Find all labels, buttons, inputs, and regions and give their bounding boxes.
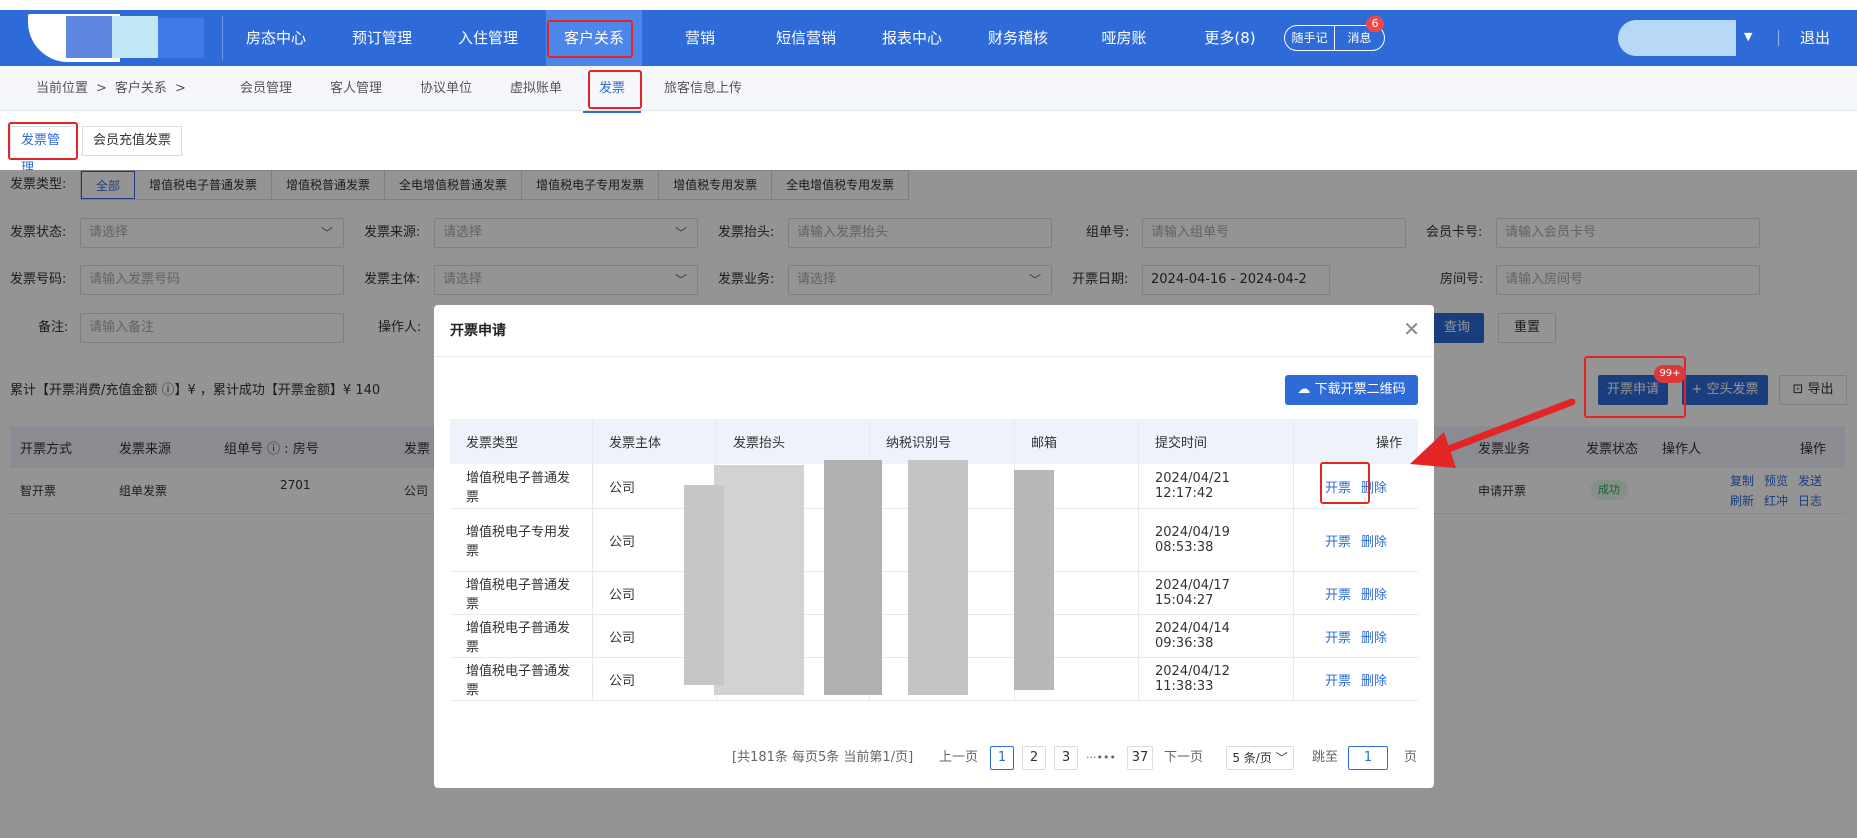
page-3[interactable]: 3 (1054, 746, 1078, 770)
nav-more[interactable]: 更多(8) (1182, 10, 1278, 66)
apply-count-badge: 99+ (1654, 365, 1686, 383)
delete-link[interactable]: 删除 (1361, 670, 1387, 689)
arrow-icon (1410, 398, 1576, 468)
subtab-members[interactable]: 会员管理 (240, 66, 292, 111)
nav-reservations[interactable]: 预订管理 (334, 10, 430, 66)
redacted-title (684, 485, 724, 685)
nav-marketing[interactable]: 营销 (652, 10, 748, 66)
tab-invoice-management[interactable]: 发票管理 (10, 126, 78, 176)
page-info: [共181条 每页5条 当前第1/页] (732, 750, 914, 765)
page-size-select[interactable]: 5 条/页 ﹀ (1226, 746, 1294, 770)
brand-logo[interactable] (28, 10, 204, 66)
jump-input[interactable]: 1 (1348, 746, 1388, 770)
breadcrumb: 当前位置 > 客户关系 > (36, 81, 186, 96)
delete-link[interactable]: 删除 (1361, 531, 1387, 550)
subtab-agreement-units[interactable]: 协议单位 (420, 66, 472, 111)
issue-link[interactable]: 开票 (1325, 584, 1351, 603)
tab-recharge-invoice[interactable]: 会员充值发票 (82, 126, 183, 156)
prev-page-button[interactable]: 上一页 (939, 746, 978, 770)
col-subject: 发票主体 (593, 419, 717, 464)
page-2[interactable]: 2 (1022, 746, 1046, 770)
modal-title: 开票申请 (434, 305, 1434, 357)
cloud-download-icon: ☁ (1297, 382, 1315, 397)
nav-checkin[interactable]: 入住管理 (440, 10, 536, 66)
nav-customer-relations[interactable]: 客户关系 (546, 10, 642, 66)
next-page-button[interactable]: 下一页 (1164, 746, 1203, 770)
close-icon[interactable]: ✕ (1403, 319, 1420, 339)
top-nav: 房态中心 预订管理 入住管理 客户关系 营销 短信营销 报表中心 财务稽核 哑房… (0, 10, 1857, 66)
issue-link[interactable]: 开票 (1325, 627, 1351, 646)
col-title: 发票抬头 (717, 419, 870, 464)
redacted-tax-id (824, 460, 882, 695)
col-email: 邮箱 (1015, 419, 1139, 464)
page-ellipsis[interactable]: ···••• (1086, 746, 1116, 770)
subtab-virtual-bills[interactable]: 虚拟账单 (510, 66, 562, 111)
page-unit: 页 (1404, 750, 1418, 765)
nav-divider (222, 16, 223, 60)
page-1[interactable]: 1 (990, 746, 1014, 770)
notes-button[interactable]: 随手记 (1285, 26, 1334, 50)
nav-sms-marketing[interactable]: 短信营销 (758, 10, 854, 66)
delete-link[interactable]: 删除 (1361, 477, 1387, 496)
jump-label: 跳至 (1312, 750, 1339, 765)
delete-link[interactable]: 删除 (1361, 627, 1387, 646)
issue-link[interactable]: 开票 (1325, 477, 1351, 496)
col-type: 发票类型 (450, 419, 593, 464)
redacted-email (1014, 470, 1054, 690)
issue-link[interactable]: 开票 (1325, 531, 1351, 550)
col-tax-id: 纳税识别号 (870, 419, 1015, 464)
redacted-tax-id (908, 460, 968, 695)
nav-finance-audit[interactable]: 财务稽核 (970, 10, 1066, 66)
apply-invoice-modal: 开票申请 ✕ ☁ 下载开票二维码 发票类型 发票主体 发票抬头 纳税识别号 邮箱… (434, 305, 1434, 788)
nav-dummy-account[interactable]: 哑房账 (1076, 10, 1172, 66)
subtab-guests[interactable]: 客人管理 (330, 66, 382, 111)
user-avatar[interactable] (1618, 20, 1736, 56)
pagination: [共181条 每页5条 当前第1/页] 上一页 1 2 3 ···••• 37 … (434, 742, 1434, 772)
logout-button[interactable]: 退出 (1800, 10, 1830, 66)
subtab-guest-upload[interactable]: 旅客信息上传 (664, 66, 742, 111)
issue-link[interactable]: 开票 (1325, 670, 1351, 689)
download-qr-button[interactable]: ☁ 下载开票二维码 (1285, 375, 1418, 405)
page-last[interactable]: 37 (1127, 746, 1153, 770)
subtab-invoice[interactable]: 发票 (583, 66, 642, 113)
nav-room-status[interactable]: 房态中心 (228, 10, 324, 66)
col-submit-time: 提交时间 (1139, 419, 1294, 464)
message-count-badge: 6 (1366, 16, 1384, 32)
nav-reports[interactable]: 报表中心 (864, 10, 960, 66)
nav-divider (1778, 30, 1779, 46)
sub-nav: 当前位置 > 客户关系 > 会员管理 客人管理 协议单位 虚拟账单 发票 旅客信息上传 (0, 66, 1857, 113)
redacted-title (714, 465, 804, 695)
chevron-down-icon[interactable]: ▼ (1744, 30, 1752, 43)
apply-table-header: 发票类型 发票主体 发票抬头 纳税识别号 邮箱 提交时间 操作 (450, 419, 1418, 464)
delete-link[interactable]: 删除 (1361, 584, 1387, 603)
